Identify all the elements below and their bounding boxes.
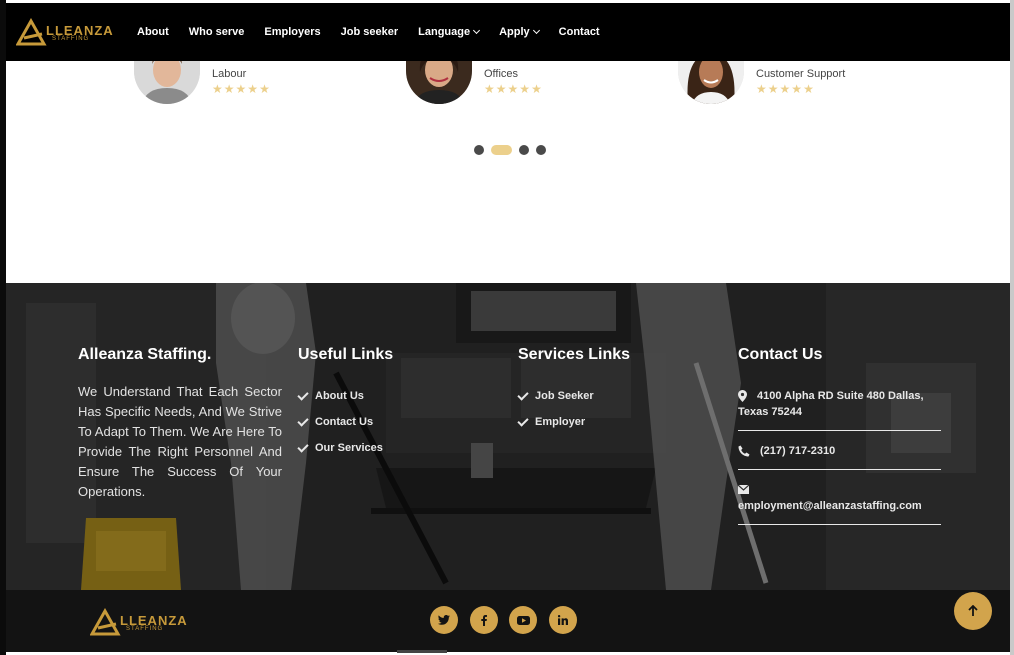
star-icon: ★ — [247, 82, 259, 96]
nav-item-employers[interactable]: Employers — [264, 26, 320, 38]
star-icon: ★ — [791, 82, 803, 96]
facebook-icon — [481, 614, 487, 626]
nav-item-language[interactable]: Language — [418, 26, 481, 38]
star-icon: ★ — [212, 82, 223, 96]
phone-icon — [738, 445, 750, 457]
footer-link-our-services[interactable]: Our Services — [297, 440, 383, 454]
star-rating: ★ ★ ★ ★ ★ — [212, 83, 271, 95]
contact-email[interactable]: employment@alleanzastaffing.com — [738, 498, 922, 514]
carousel-dot[interactable] — [536, 145, 546, 155]
logo-mark-icon — [16, 18, 47, 46]
check-icon — [297, 414, 309, 427]
star-rating: ★ ★ ★ ★ ★ — [484, 83, 543, 95]
contact-address: 4100 Alpha RD Suite 480 Dallas, Texas 75… — [738, 390, 924, 418]
footer-link-label: Contact Us — [315, 416, 374, 428]
footer-bottom-bar: LLEANZA STAFFING — [6, 590, 1010, 652]
logo-tagline: STAFFING — [126, 626, 164, 632]
arrow-up-icon — [968, 605, 978, 616]
star-icon: ★ — [507, 82, 519, 96]
footer-about-text: We Understand That Each Sector Has Speci… — [78, 384, 282, 499]
linkedin-icon — [558, 615, 568, 625]
footer-link-label: Our Services — [315, 442, 383, 454]
contact-divider — [738, 469, 941, 470]
star-icon: ★ — [495, 82, 507, 96]
star-icon: ★ — [484, 82, 495, 96]
carousel-pagination — [474, 145, 553, 155]
footer-link-about-us[interactable]: About Us — [297, 388, 364, 402]
carousel-dot-active[interactable] — [491, 145, 512, 155]
star-icon: ★ — [235, 82, 247, 96]
contact-phone[interactable]: (217) 717-2310 — [760, 443, 835, 459]
star-icon: ★ — [223, 82, 235, 96]
footer-link-employer[interactable]: Employer — [517, 414, 586, 428]
star-icon: ★ — [779, 82, 791, 96]
footer-link-label: About Us — [315, 390, 364, 402]
chevron-down-icon — [532, 26, 540, 35]
footer-services-links-title: Services Links — [518, 346, 631, 363]
check-icon — [297, 388, 309, 401]
star-icon: ★ — [531, 82, 542, 96]
twitter-button[interactable] — [430, 606, 458, 634]
footer-logo[interactable]: LLEANZA STAFFING — [89, 607, 200, 638]
star-icon: ★ — [756, 82, 767, 96]
facebook-button[interactable] — [470, 606, 498, 634]
envelope-icon — [738, 485, 749, 494]
testimonial-role: Labour — [212, 68, 247, 80]
youtube-icon — [516, 615, 530, 625]
star-rating: ★ ★ ★ ★ ★ — [756, 83, 815, 95]
check-icon — [517, 388, 529, 401]
footer-link-label: Employer — [535, 416, 586, 428]
youtube-button[interactable] — [509, 606, 537, 634]
contact-divider — [738, 430, 941, 431]
star-icon: ★ — [767, 82, 779, 96]
footer-link-label: Job Seeker — [535, 390, 594, 402]
carousel-dot[interactable] — [474, 145, 484, 155]
nav-item-about[interactable]: About — [137, 26, 169, 38]
check-icon — [517, 414, 529, 427]
nav-item-label: Language — [418, 26, 471, 38]
main-nav: About Who serve Employers Job seeker Lan… — [137, 3, 620, 61]
star-icon: ★ — [519, 82, 531, 96]
carousel-dot[interactable] — [519, 145, 529, 155]
footer-useful-links-title: Useful Links — [298, 346, 394, 363]
footer-about-title: Alleanza Staffing. — [78, 346, 212, 363]
check-icon — [297, 440, 309, 453]
twitter-icon — [438, 615, 450, 625]
nav-item-job-seeker[interactable]: Job seeker — [341, 26, 398, 38]
linkedin-button[interactable] — [549, 606, 577, 634]
nav-item-contact[interactable]: Contact — [559, 26, 600, 38]
logo-tagline: STAFFING — [52, 36, 90, 42]
nav-item-who-serve[interactable]: Who serve — [189, 26, 245, 38]
horizontal-scrollbar-thumb[interactable] — [397, 650, 447, 653]
footer-contact-title: Contact Us — [738, 346, 823, 363]
testimonial-role: Offices — [484, 68, 519, 80]
logo-mark-icon — [89, 607, 121, 636]
testimonial-role: Customer Support — [756, 68, 846, 80]
footer-link-contact-us[interactable]: Contact Us — [297, 414, 374, 428]
window-edge-right — [1010, 0, 1014, 655]
nav-item-label: Apply — [499, 26, 530, 38]
nav-item-apply[interactable]: Apply — [499, 26, 540, 38]
contact-divider — [738, 524, 941, 525]
chevron-down-icon — [473, 26, 481, 35]
scroll-to-top-button[interactable] — [954, 592, 992, 630]
site-logo[interactable]: LLEANZA STAFFING — [16, 18, 126, 48]
star-icon: ★ — [259, 82, 270, 96]
navbar: LLEANZA STAFFING About Who serve Employe… — [6, 3, 1010, 61]
star-icon: ★ — [803, 82, 814, 96]
footer-link-job-seeker[interactable]: Job Seeker — [517, 388, 594, 402]
